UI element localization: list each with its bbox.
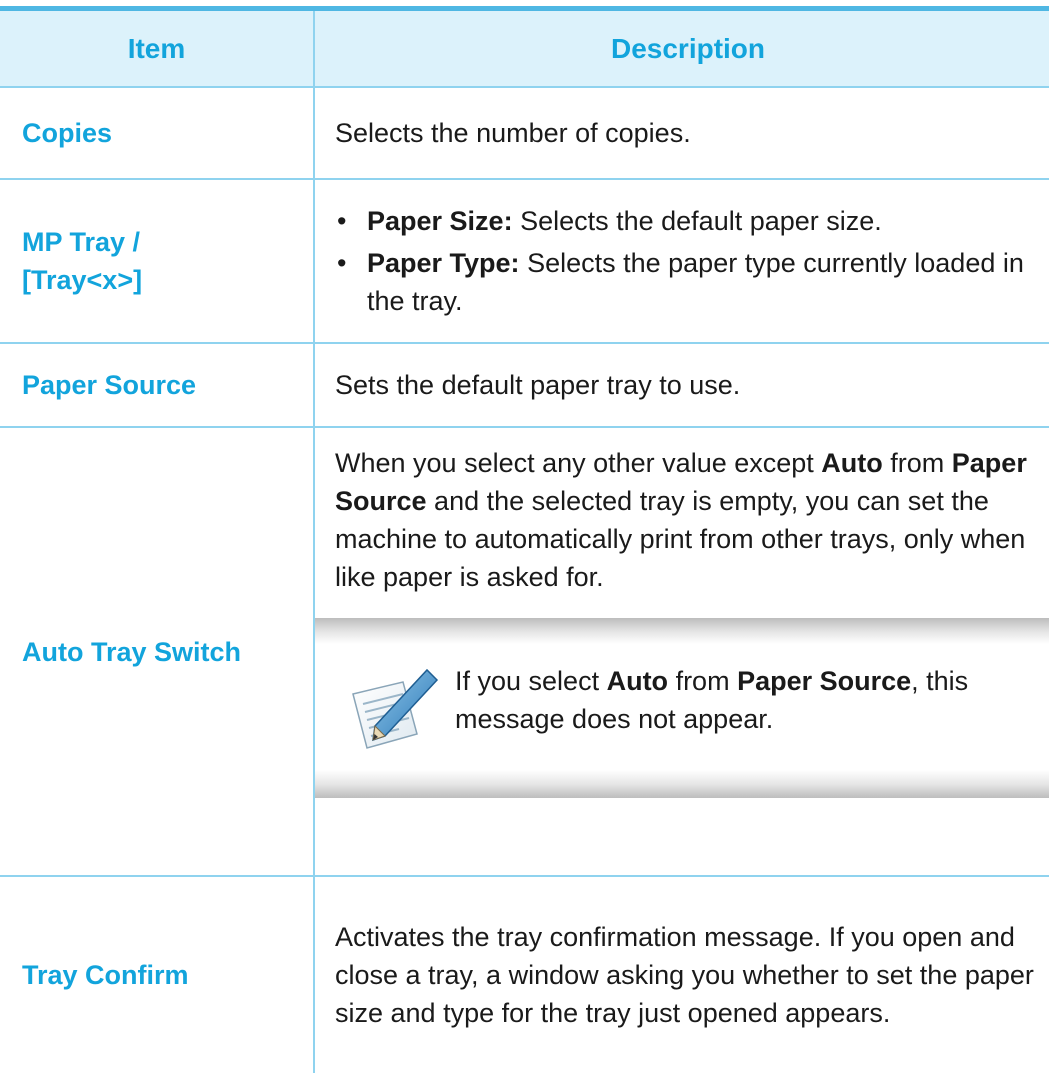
item-mp-tray: MP Tray / [Tray<x>] <box>0 180 313 342</box>
desc-paper-source: Sets the default paper tray to use. <box>313 344 1049 426</box>
note-text-2: from <box>668 666 738 696</box>
desc-mp-tray: • Paper Size: Selects the default paper … <box>313 180 1049 342</box>
table-row-paper-source: Paper Source Sets the default paper tray… <box>0 344 1049 428</box>
bullet-dot-icon: • <box>337 206 347 236</box>
paper-size-label: Paper Size: <box>367 206 513 236</box>
desc-copies-text: Selects the number of copies. <box>335 118 691 148</box>
item-tray-confirm: Tray Confirm <box>22 960 189 990</box>
note-box: If you select Auto from Paper Source, th… <box>315 618 1049 798</box>
auto-tray-text-2: from <box>882 448 952 478</box>
table-row-mp-tray: MP Tray / [Tray<x>] • Paper Size: Select… <box>0 180 1049 344</box>
bullet-paper-type: • Paper Type: Selects the paper type cur… <box>335 244 1041 320</box>
item-mp-tray-line1: MP Tray / <box>22 227 141 257</box>
settings-table: Item Description Copies Selects the numb… <box>0 6 1049 1073</box>
auto-tray-text-3: and the selected tray is empty, you can … <box>335 486 1026 592</box>
item-copies: Copies <box>22 118 113 148</box>
note-bold-auto: Auto <box>606 666 669 696</box>
item-mp-tray-line2: [Tray<x>] <box>22 265 143 295</box>
note-text-1: If you select <box>455 666 607 696</box>
header-item: Item <box>127 32 186 64</box>
note-pencil-icon <box>345 664 445 756</box>
auto-tray-text-1: When you select any other value except <box>335 448 822 478</box>
header-description: Description <box>313 11 1049 86</box>
item-auto-tray-switch: Auto Tray Switch <box>22 636 242 667</box>
note-text: If you select Auto from Paper Source, th… <box>455 662 1041 738</box>
table-header: Item Description <box>0 6 1049 88</box>
paper-size-text: Selects the default paper size. <box>512 206 882 236</box>
desc-paper-source-text: Sets the default paper tray to use. <box>335 370 741 400</box>
desc-tray-confirm-text: Activates the tray confirmation message.… <box>335 922 1034 1028</box>
table-row-copies: Copies Selects the number of copies. <box>0 88 1049 180</box>
bullet-dot-icon: • <box>337 248 347 278</box>
table-row-tray-confirm: Tray Confirm Activates the tray confirma… <box>0 877 1049 1073</box>
paper-type-label: Paper Type: <box>367 248 520 278</box>
auto-tray-bold-auto: Auto <box>821 448 883 478</box>
desc-tray-confirm: Activates the tray confirmation message.… <box>313 877 1049 1073</box>
item-paper-source: Paper Source <box>22 370 197 400</box>
bullet-list: • Paper Size: Selects the default paper … <box>335 198 1041 324</box>
desc-auto-tray-switch: When you select any other value except A… <box>313 428 1049 875</box>
note-bold-paper-source: Paper Source <box>737 666 912 696</box>
desc-copies: Selects the number of copies. <box>313 88 1049 178</box>
bullet-paper-size: • Paper Size: Selects the default paper … <box>335 202 1041 240</box>
auto-tray-paragraph: When you select any other value except A… <box>335 444 1041 596</box>
table-row-auto-tray-switch: Auto Tray Switch When you select any oth… <box>0 428 1049 877</box>
